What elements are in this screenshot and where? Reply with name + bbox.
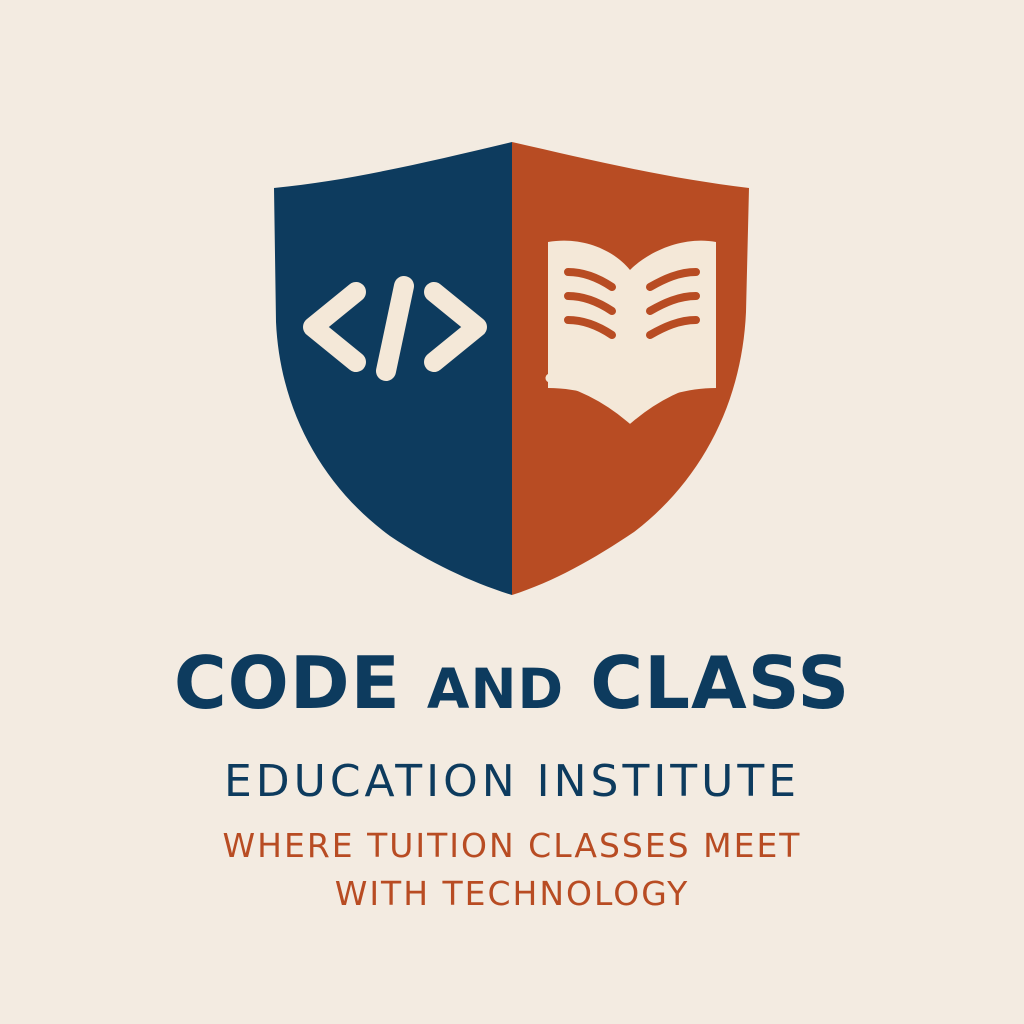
shield-emblem <box>274 142 749 595</box>
logo-subtitle: EDUCATION INSTITUTE <box>223 756 801 807</box>
institute-logo: CODE AND CLASS EDUCATION INSTITUTE WHERE… <box>0 0 1024 1024</box>
tagline-line-2: WITH TECHNOLOGY <box>334 874 690 913</box>
title-word-class: CLASS <box>590 641 851 725</box>
title-word-and: AND <box>426 657 565 721</box>
logo-title: CODE AND CLASS <box>0 636 1024 736</box>
title-word-code: CODE <box>173 641 401 725</box>
logo-tagline: WHERE TUITION CLASSES MEET WITH TECHNOLO… <box>0 822 1024 918</box>
tagline-line-1: WHERE TUITION CLASSES MEET <box>222 826 802 865</box>
